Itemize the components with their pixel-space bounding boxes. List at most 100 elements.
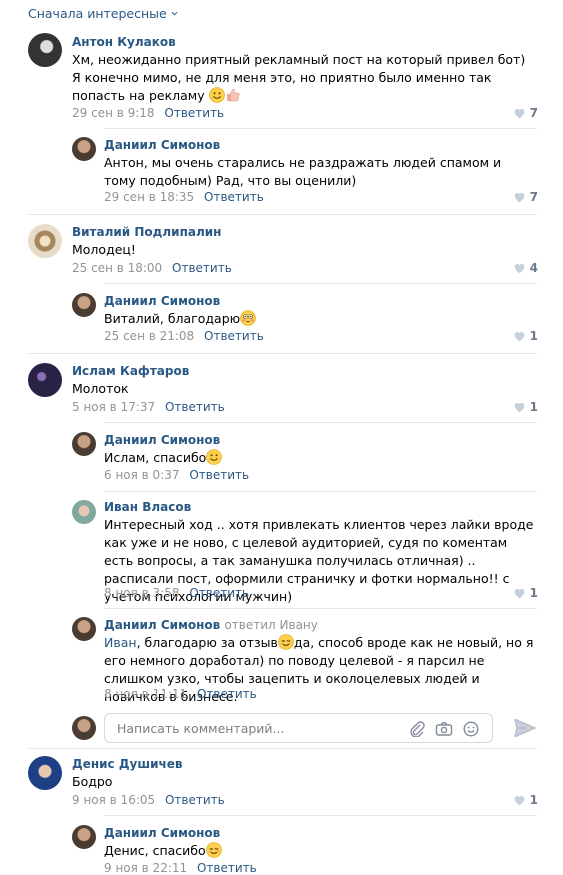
comment-input[interactable] (115, 720, 389, 737)
avatar[interactable] (28, 224, 62, 258)
avatar[interactable] (72, 293, 96, 317)
comment-date[interactable]: 25 сен в 21:08 (104, 329, 194, 343)
comment-text: Денис, спасибо (104, 842, 524, 860)
comment-meta: 25 сен в 18:00 Ответить (72, 261, 232, 275)
heart-icon (513, 330, 526, 342)
like-button[interactable]: 1 (513, 586, 538, 600)
avatar[interactable] (72, 137, 96, 161)
reply-link[interactable]: Ответить (189, 586, 249, 600)
like-count: 4 (529, 261, 538, 275)
divider (104, 491, 537, 492)
heart-icon (513, 262, 526, 274)
heart-icon (513, 107, 526, 119)
like-button[interactable]: 1 (513, 329, 538, 343)
comment-author[interactable]: Виталий Подлипалин (72, 225, 221, 239)
flushed-emoji (240, 310, 256, 326)
camera-icon[interactable] (435, 721, 453, 737)
reply-link[interactable]: Ответить (204, 190, 264, 204)
heart-icon (513, 191, 526, 203)
comment-author[interactable]: Антон Кулаков (72, 35, 176, 49)
comment-author[interactable]: Даниил Симонов (104, 294, 220, 308)
reply-link[interactable]: Ответить (165, 400, 225, 414)
reply-link[interactable]: Ответить (189, 468, 249, 482)
comment-meta: 6 ноя в 0:37 Ответить (104, 468, 249, 482)
divider (28, 748, 537, 749)
like-count: 7 (529, 106, 538, 120)
comment-author[interactable]: Даниил Симонов (104, 826, 220, 840)
comment-date[interactable]: 8 ноя в 3:58 (104, 586, 180, 600)
divider (104, 608, 537, 609)
divider (104, 422, 537, 423)
comment-meta: 25 сен в 21:08 Ответить (104, 329, 264, 343)
divider (104, 815, 537, 816)
reply-link[interactable]: Ответить (165, 793, 225, 807)
comment-author[interactable]: Даниил Симонов (104, 433, 220, 447)
relieved-emoji (206, 842, 222, 858)
avatar[interactable] (72, 432, 96, 456)
like-count: 1 (529, 586, 538, 600)
like-count: 1 (529, 329, 538, 343)
divider (28, 214, 537, 215)
comment-author[interactable]: Иван Власов (104, 500, 191, 514)
like-button[interactable]: 7 (513, 190, 538, 204)
current-user-avatar (72, 716, 96, 740)
sort-label[interactable]: Сначала интересные (28, 6, 167, 21)
like-button[interactable]: 4 (513, 261, 538, 275)
comment-author-link[interactable]: Даниил Симонов (104, 618, 220, 632)
comment-text: Ислам, спасибо (104, 449, 524, 467)
divider (104, 283, 537, 284)
reply-link[interactable]: Ответить (172, 261, 232, 275)
comment-author[interactable]: Ислам Кафтаров (72, 364, 189, 378)
avatar[interactable] (28, 363, 62, 397)
avatar[interactable] (72, 825, 96, 849)
comment-date[interactable]: 25 сен в 18:00 (72, 261, 162, 275)
avatar[interactable] (72, 617, 96, 641)
heart-icon (513, 401, 526, 413)
smile-emoji (209, 87, 225, 103)
heart-icon (513, 794, 526, 806)
chevron-down-icon (171, 11, 178, 16)
comment-meta: 9 ноя в 16:05 Ответить (72, 793, 225, 807)
comment-meta: 8 ноя в 3:58 Ответить (104, 586, 249, 600)
send-icon[interactable] (514, 718, 536, 738)
comment-meta: 5 ноя в 17:37 Ответить (72, 400, 225, 414)
comment-text: Виталий, благодарю (104, 310, 524, 328)
comment-meta: 29 сен в 9:18 Ответить (72, 106, 224, 120)
comment-text: Молоток (72, 381, 129, 396)
like-count: 1 (529, 793, 538, 807)
sort-dropdown[interactable]: Сначала интересные (28, 6, 178, 21)
divider (28, 353, 537, 354)
thumbs-up-emoji (225, 87, 241, 103)
comment-meta: 29 сен в 18:35 Ответить (104, 190, 264, 204)
comment-text: Антон, мы очень старались не раздражать … (104, 155, 502, 188)
comment-author[interactable]: Денис Душичев (72, 757, 182, 771)
avatar[interactable] (28, 33, 62, 67)
comment-text: Хм, неожиданно приятный рекламный пост н… (72, 52, 526, 103)
relieved-emoji (278, 634, 294, 650)
avatar[interactable] (72, 500, 96, 524)
like-button[interactable]: 7 (513, 106, 538, 120)
reply-target[interactable]: ответил Ивану (224, 618, 317, 632)
attach-icon[interactable] (408, 721, 426, 737)
like-button[interactable]: 1 (513, 793, 538, 807)
comment-text: Молодец! (72, 242, 136, 257)
comment-date[interactable]: 29 сен в 18:35 (104, 190, 194, 204)
comment-date[interactable]: 5 ноя в 17:37 (72, 400, 155, 414)
smile-emoji (206, 449, 222, 465)
reply-link[interactable]: Ответить (164, 106, 224, 120)
comment-date[interactable]: 9 ноя в 16:05 (72, 793, 155, 807)
comment-composer (104, 713, 493, 743)
comment-author[interactable]: Даниил Симонов (104, 138, 220, 152)
mention-link[interactable]: Иван (104, 635, 137, 650)
like-count: 7 (529, 190, 538, 204)
emoji-icon[interactable] (462, 721, 480, 737)
heart-icon (513, 587, 526, 599)
divider (104, 128, 537, 129)
avatar[interactable] (28, 756, 62, 790)
like-button[interactable]: 1 (513, 400, 538, 414)
reply-link[interactable]: Ответить (197, 687, 257, 701)
reply-link[interactable]: Ответить (204, 329, 264, 343)
comment-date[interactable]: 8 ноя в 11:11 (104, 687, 187, 701)
comment-date[interactable]: 6 ноя в 0:37 (104, 468, 180, 482)
comment-date[interactable]: 29 сен в 9:18 (72, 106, 155, 120)
